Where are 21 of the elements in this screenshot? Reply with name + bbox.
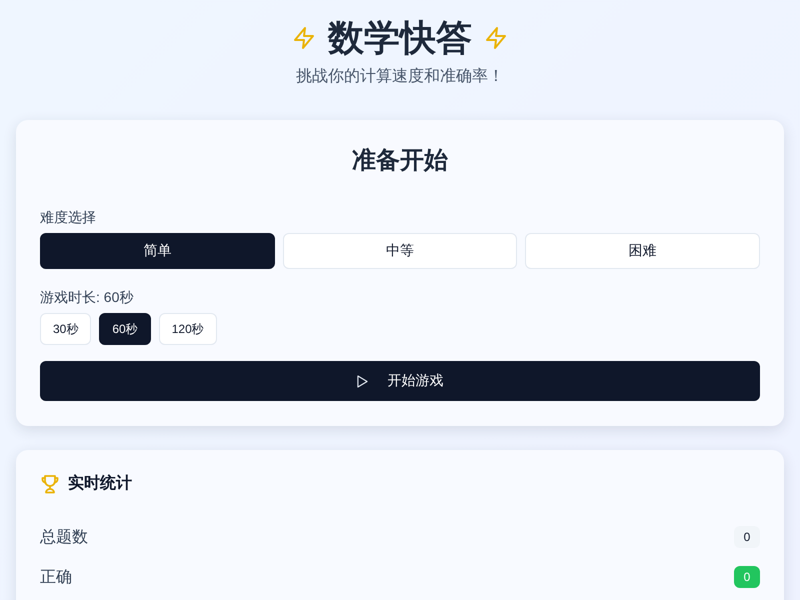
difficulty-button[interactable]: 简单 <box>40 233 275 269</box>
stat-value-badge: 0 <box>734 566 760 588</box>
subtitle: 挑战你的计算速度和准确率！ <box>296 66 504 87</box>
duration-button[interactable]: 60秒 <box>99 313 151 345</box>
stat-label: 总题数 <box>40 528 88 548</box>
trophy-icon <box>40 474 60 494</box>
difficulty-button[interactable]: 中等 <box>282 233 518 269</box>
play-icon <box>356 374 368 388</box>
app-title: 数学快答 <box>328 16 472 60</box>
stat-value-badge: 0 <box>734 526 760 548</box>
stat-label: 正确 <box>40 568 72 588</box>
difficulty-button[interactable]: 困难 <box>525 233 760 269</box>
duration-button[interactable]: 120秒 <box>158 313 217 345</box>
start-game-button[interactable]: 开始游戏 <box>40 361 760 401</box>
duration-label: 游戏时长: 60秒 <box>40 288 134 307</box>
duration-button[interactable]: 30秒 <box>40 313 92 345</box>
stats-title: 实时统计 <box>68 473 132 494</box>
card-title: 准备开始 <box>351 146 449 176</box>
lightning-icon <box>292 26 316 50</box>
difficulty-label: 难度选择 <box>40 208 97 227</box>
lightning-icon <box>484 26 508 50</box>
